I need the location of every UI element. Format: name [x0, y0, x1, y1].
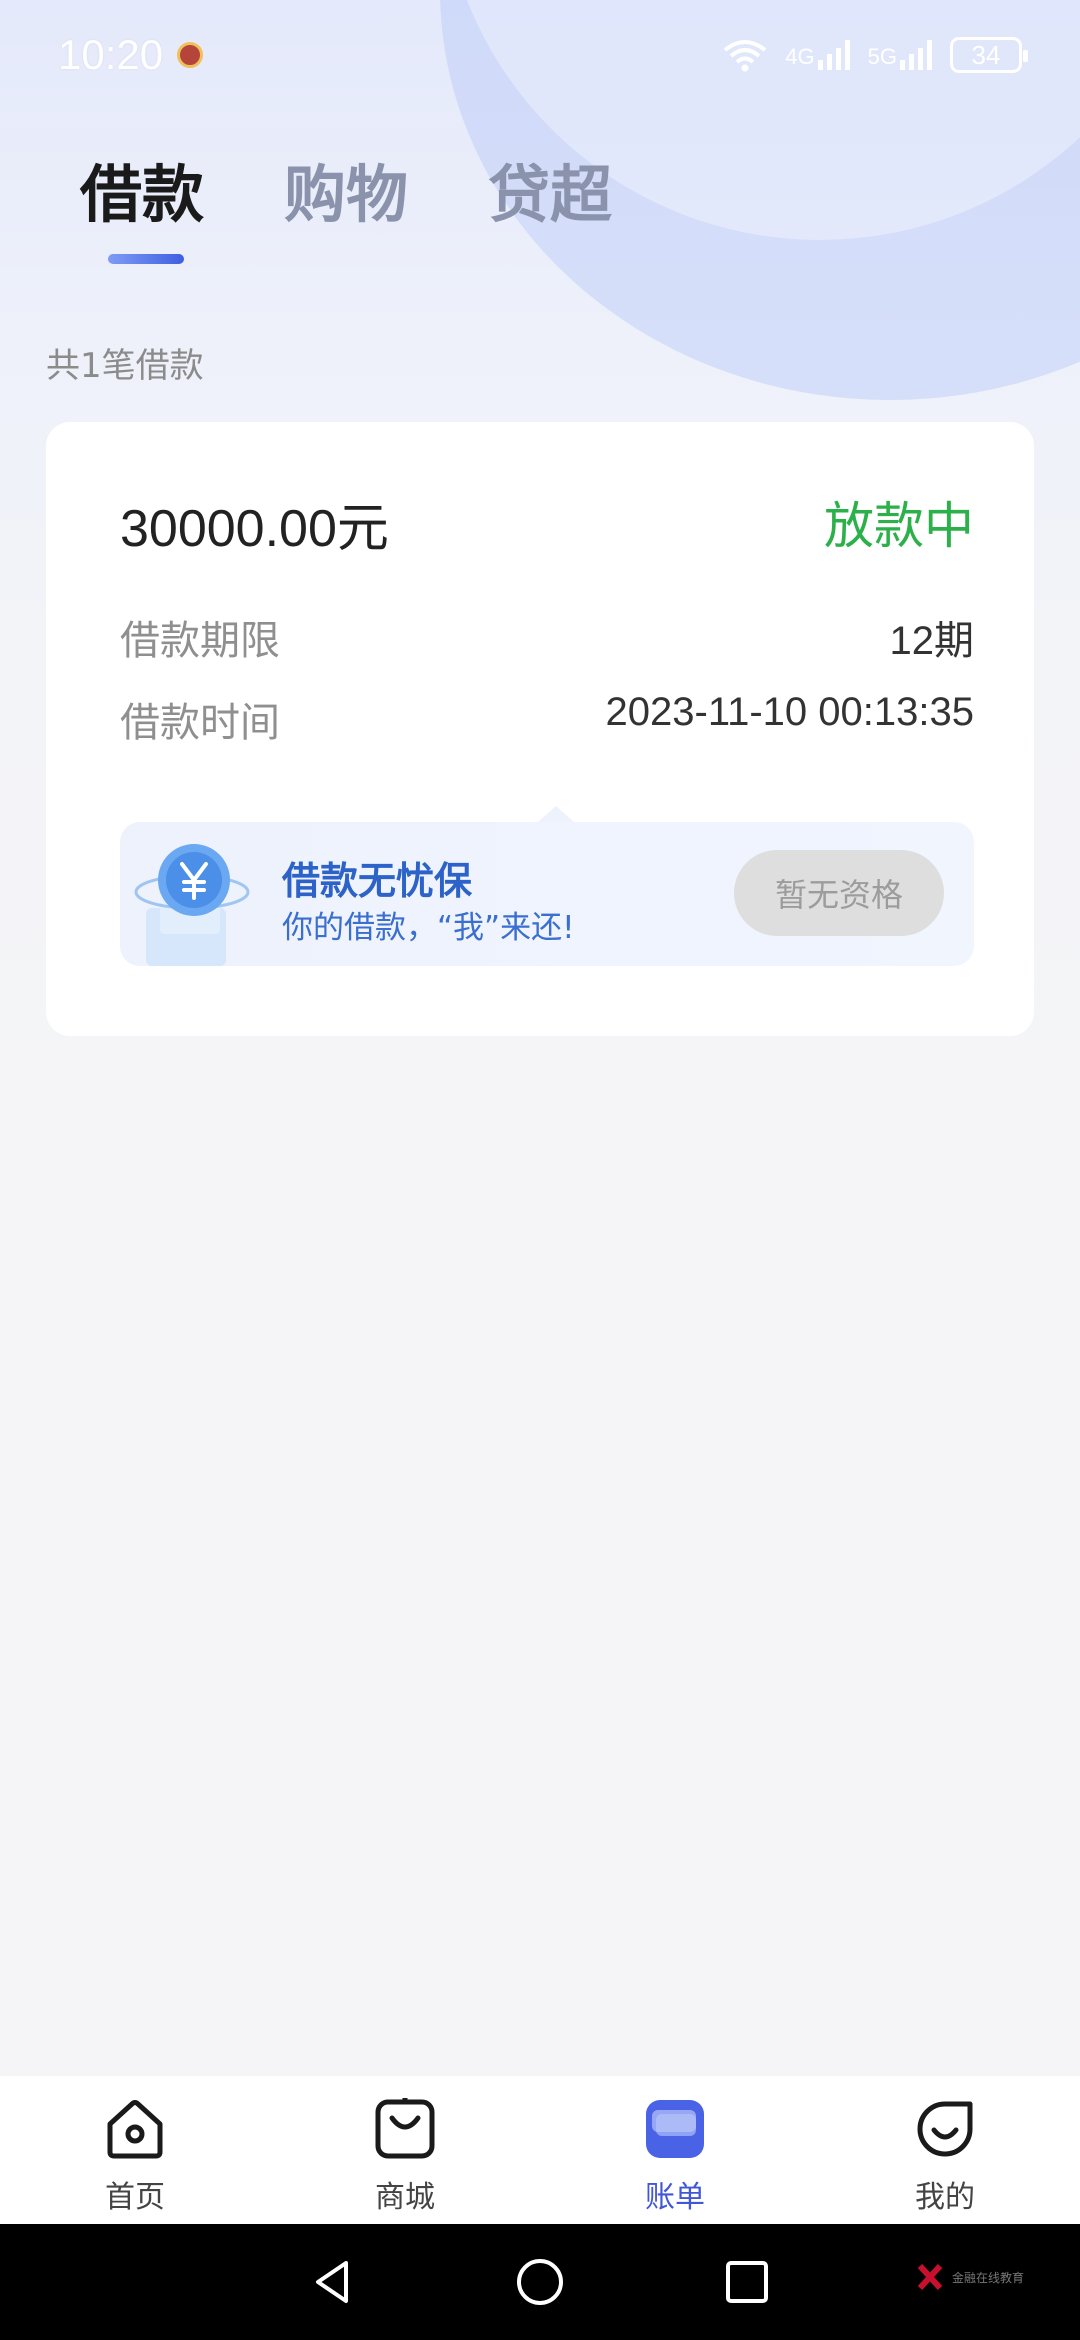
tab-loan-label: 借款: [80, 158, 205, 231]
nav-bill-label: 账单: [645, 2180, 705, 2215]
recents-icon[interactable]: [722, 2257, 772, 2307]
cellular-signal-1: 4G: [785, 40, 850, 70]
status-indicators: 4G 5G 34: [723, 37, 1028, 73]
insurance-eligibility-button[interactable]: 暂无资格: [734, 850, 944, 936]
tab-active-indicator: [108, 254, 184, 264]
wifi-icon: [724, 40, 767, 72]
loan-count-label: 共1笔借款: [46, 346, 204, 386]
status-time: 10:20: [58, 31, 164, 78]
tab-shopping[interactable]: 购物: [284, 150, 408, 270]
loan-time-label: 借款时间: [120, 700, 280, 746]
back-icon[interactable]: [308, 2257, 358, 2307]
nav-profile[interactable]: 我的: [810, 2076, 1080, 2224]
nav-home[interactable]: 首页: [0, 2076, 270, 2224]
nav-home-label: 首页: [105, 2180, 165, 2215]
bill-icon: [646, 2100, 704, 2158]
loan-card[interactable]: 30000.00元 放款中 借款期限 12期 借款时间 2023-11-10 0…: [46, 422, 1034, 1036]
tab-loan-market[interactable]: 贷超: [488, 150, 612, 270]
home-circle-icon[interactable]: [515, 2257, 565, 2307]
insurance-subtitle: 你的借款，“我”来还!: [282, 910, 575, 946]
network-type-2: 5G: [867, 44, 897, 69]
tab-shopping-label: 购物: [284, 158, 409, 231]
loan-status-badge: 放款中: [824, 497, 974, 555]
nav-profile-label: 我的: [915, 2180, 975, 2215]
loan-term-label: 借款期限: [120, 618, 280, 664]
notification-icon: [177, 42, 204, 68]
yen-coin-icon: [134, 844, 250, 966]
network-type-1: 4G: [785, 44, 815, 69]
cellular-signal-2: 5G: [868, 40, 932, 70]
insurance-title: 借款无忧保: [282, 859, 473, 903]
loan-term-value: 12期: [889, 619, 975, 663]
tab-loan[interactable]: 借款: [80, 150, 204, 270]
profile-icon: [917, 2101, 973, 2157]
insurance-banner[interactable]: 借款无忧保 你的借款，“我”来还! 暂无资格: [120, 806, 974, 966]
bottom-navigation: 首页 商城 账单 我的: [0, 2076, 1080, 2224]
loan-amount: 30000.00元: [120, 500, 389, 558]
loan-time-value: 2023-11-10 00:13:35: [605, 690, 974, 734]
watermark-text: 金融在线教育: [951, 2270, 1024, 2285]
shop-bag-icon: [375, 2098, 435, 2159]
watermark: 金融在线教育: [916, 2262, 1024, 2292]
loan-term-row: 借款期限 12期: [120, 608, 974, 666]
nav-bill[interactable]: 账单: [540, 2076, 810, 2224]
loan-time-row: 借款时间 2023-11-10 00:13:35: [120, 690, 974, 748]
nav-shop-label: 商城: [375, 2180, 435, 2215]
nav-shop[interactable]: 商城: [270, 2076, 540, 2224]
tab-loan-market-label: 贷超: [488, 158, 613, 231]
status-bar: 10:20 4G 5G 34: [0, 0, 1080, 110]
home-icon: [107, 2100, 163, 2159]
watermark-logo-icon: [917, 2263, 943, 2291]
category-tabs: 借款 购物 贷超: [80, 150, 692, 270]
battery-indicator: 34: [950, 37, 1028, 73]
